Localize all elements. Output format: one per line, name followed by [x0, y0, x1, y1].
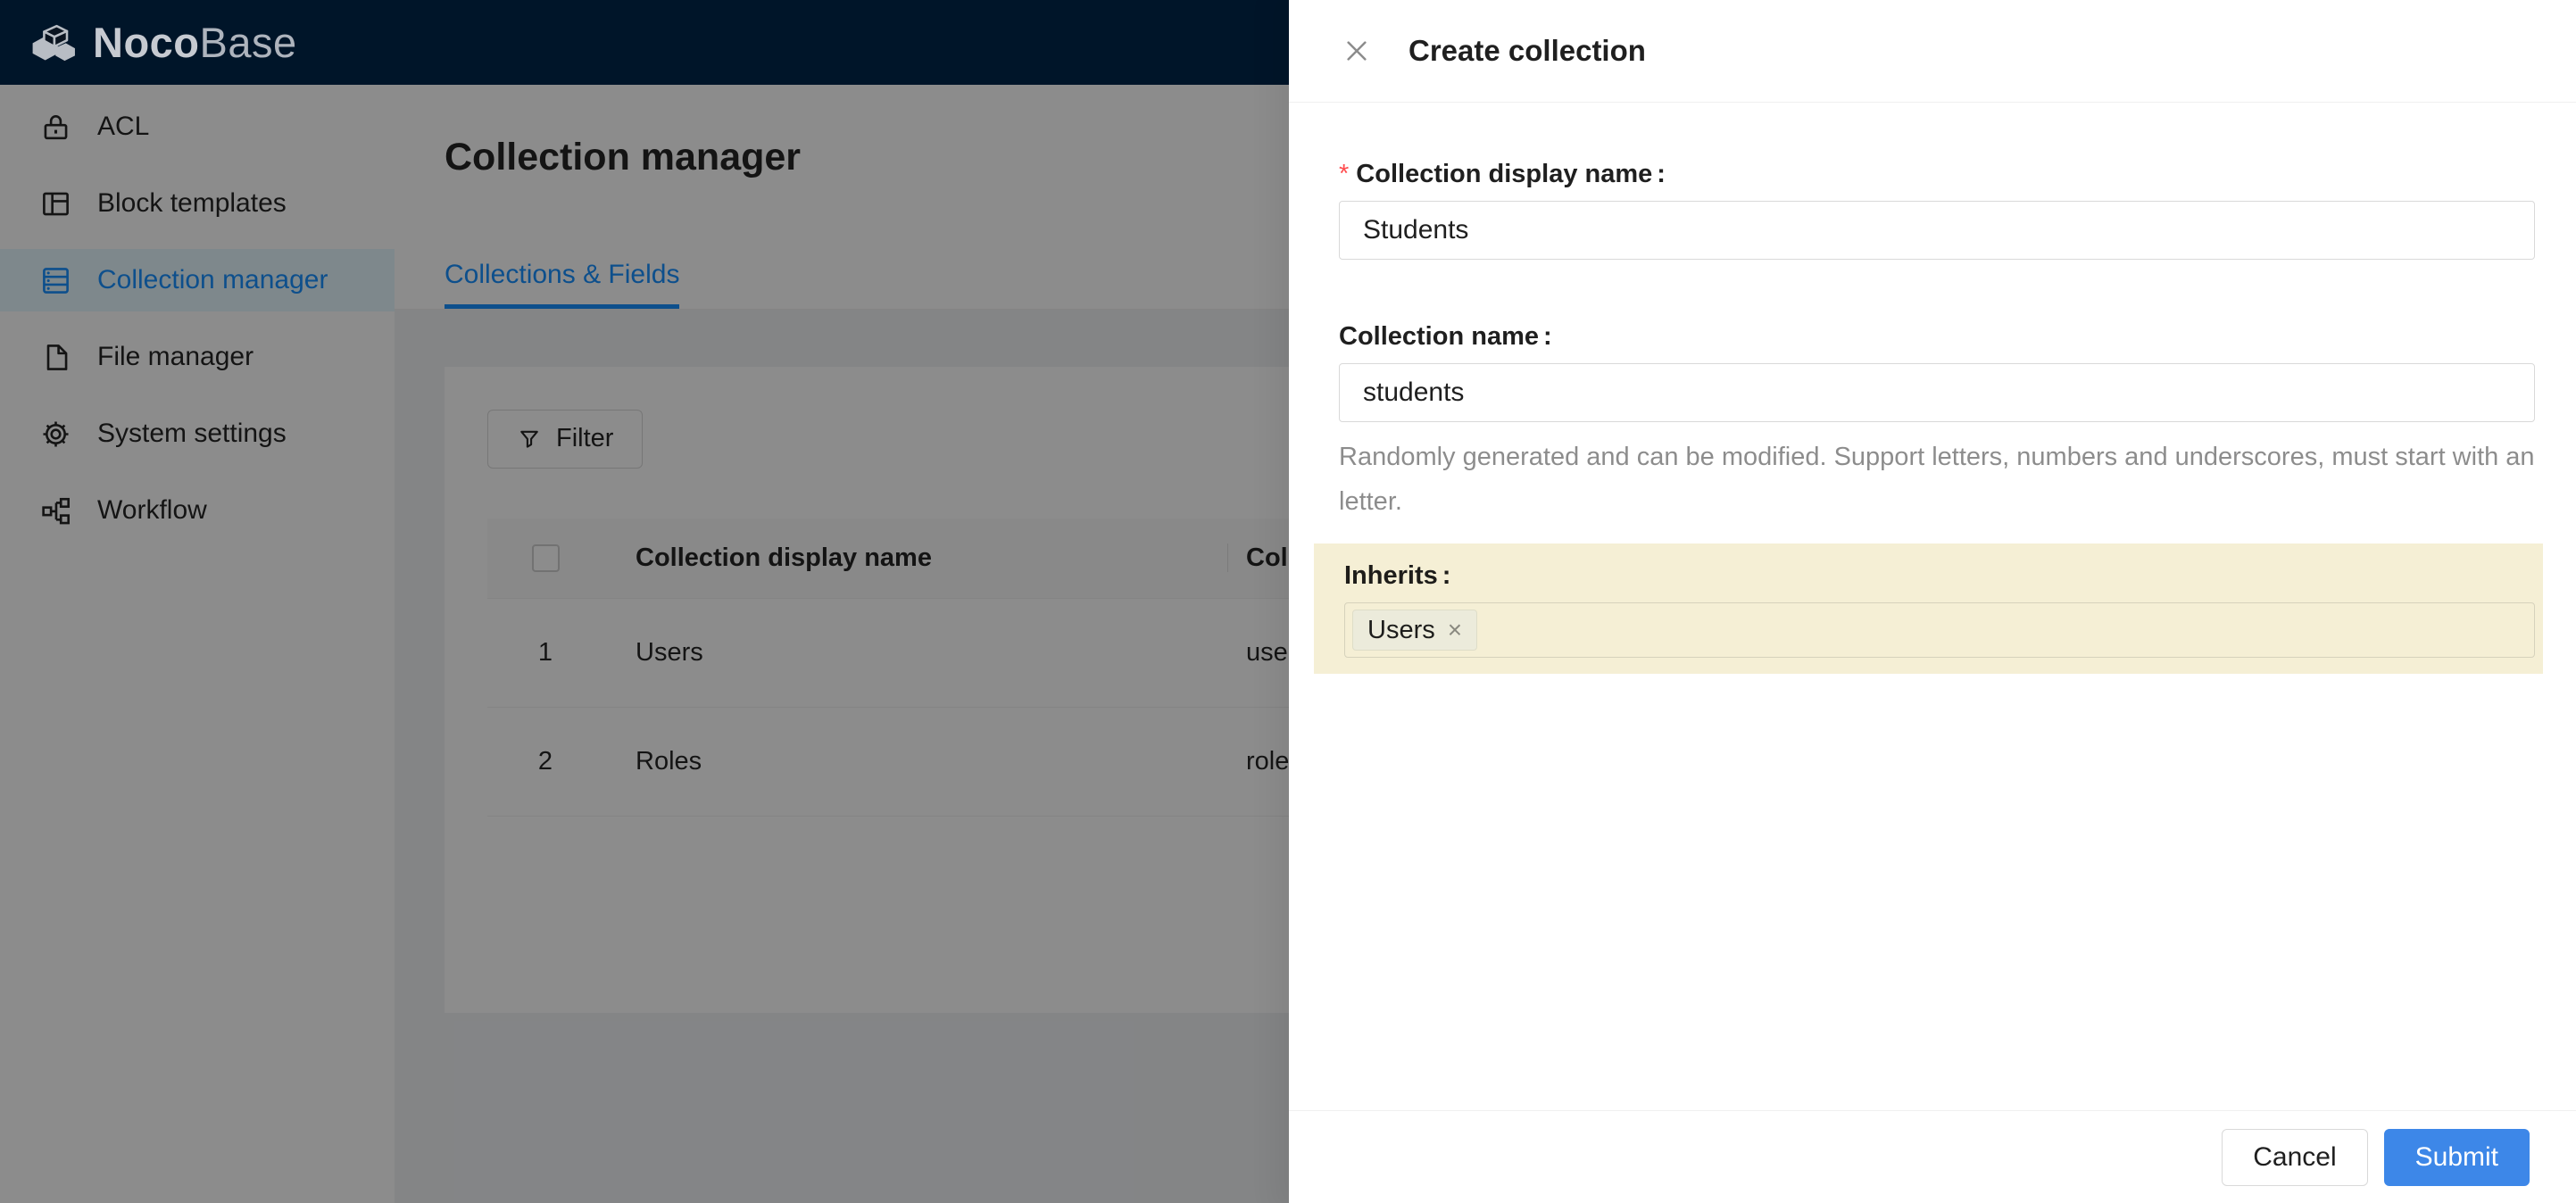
collection-name-help-text: Randomly generated and can be modified. … — [1339, 443, 2535, 516]
logo-text: NocoBase — [93, 19, 297, 66]
cancel-button[interactable]: Cancel — [2222, 1128, 2368, 1186]
field-collection-name: Collection name Randomly generated and c… — [1339, 319, 2535, 524]
field-inherits-highlighted: Inherits Users × — [1314, 543, 2543, 674]
field-label-row: Inherits — [1344, 558, 2543, 593]
collection-name-input[interactable] — [1339, 363, 2535, 422]
app-root: NocoBase ACL Block templates Collection … — [0, 0, 2576, 1203]
drawer-title: Create collection — [1408, 34, 1646, 67]
drawer-body: *Collection display name Collection name… — [1289, 103, 2576, 1110]
collection-display-name-input[interactable] — [1339, 201, 2535, 260]
inherits-select[interactable]: Users × — [1344, 602, 2535, 658]
nocobase-logo-icon — [32, 24, 75, 61]
close-icon — [1347, 41, 1367, 61]
collection-name-label: Collection name — [1339, 322, 1552, 351]
nocobase-logo[interactable]: NocoBase — [27, 21, 297, 64]
submit-button[interactable]: Submit — [2383, 1128, 2530, 1186]
close-drawer-button[interactable] — [1339, 33, 1375, 69]
required-mark: * — [1339, 160, 1350, 188]
inherits-label: Inherits — [1344, 561, 1450, 590]
drawer-footer: Cancel Submit — [1289, 1110, 2576, 1203]
tag-label: Users — [1367, 615, 1435, 644]
field-label-row: Collection name — [1339, 319, 2535, 354]
create-collection-drawer: Create collection * Collection display na… — [1289, 0, 2576, 1203]
inherits-tag-users: Users × — [1352, 610, 1478, 651]
collection-display-name-label: Collection display name — [1356, 160, 1666, 188]
field-collection-display-name: * Collection display name — [1339, 156, 2535, 260]
tag-remove-icon[interactable]: × — [1448, 618, 1462, 643]
field-label-row: * Collection display name — [1339, 156, 2535, 192]
drawer-header: Create collection — [1289, 0, 2576, 103]
